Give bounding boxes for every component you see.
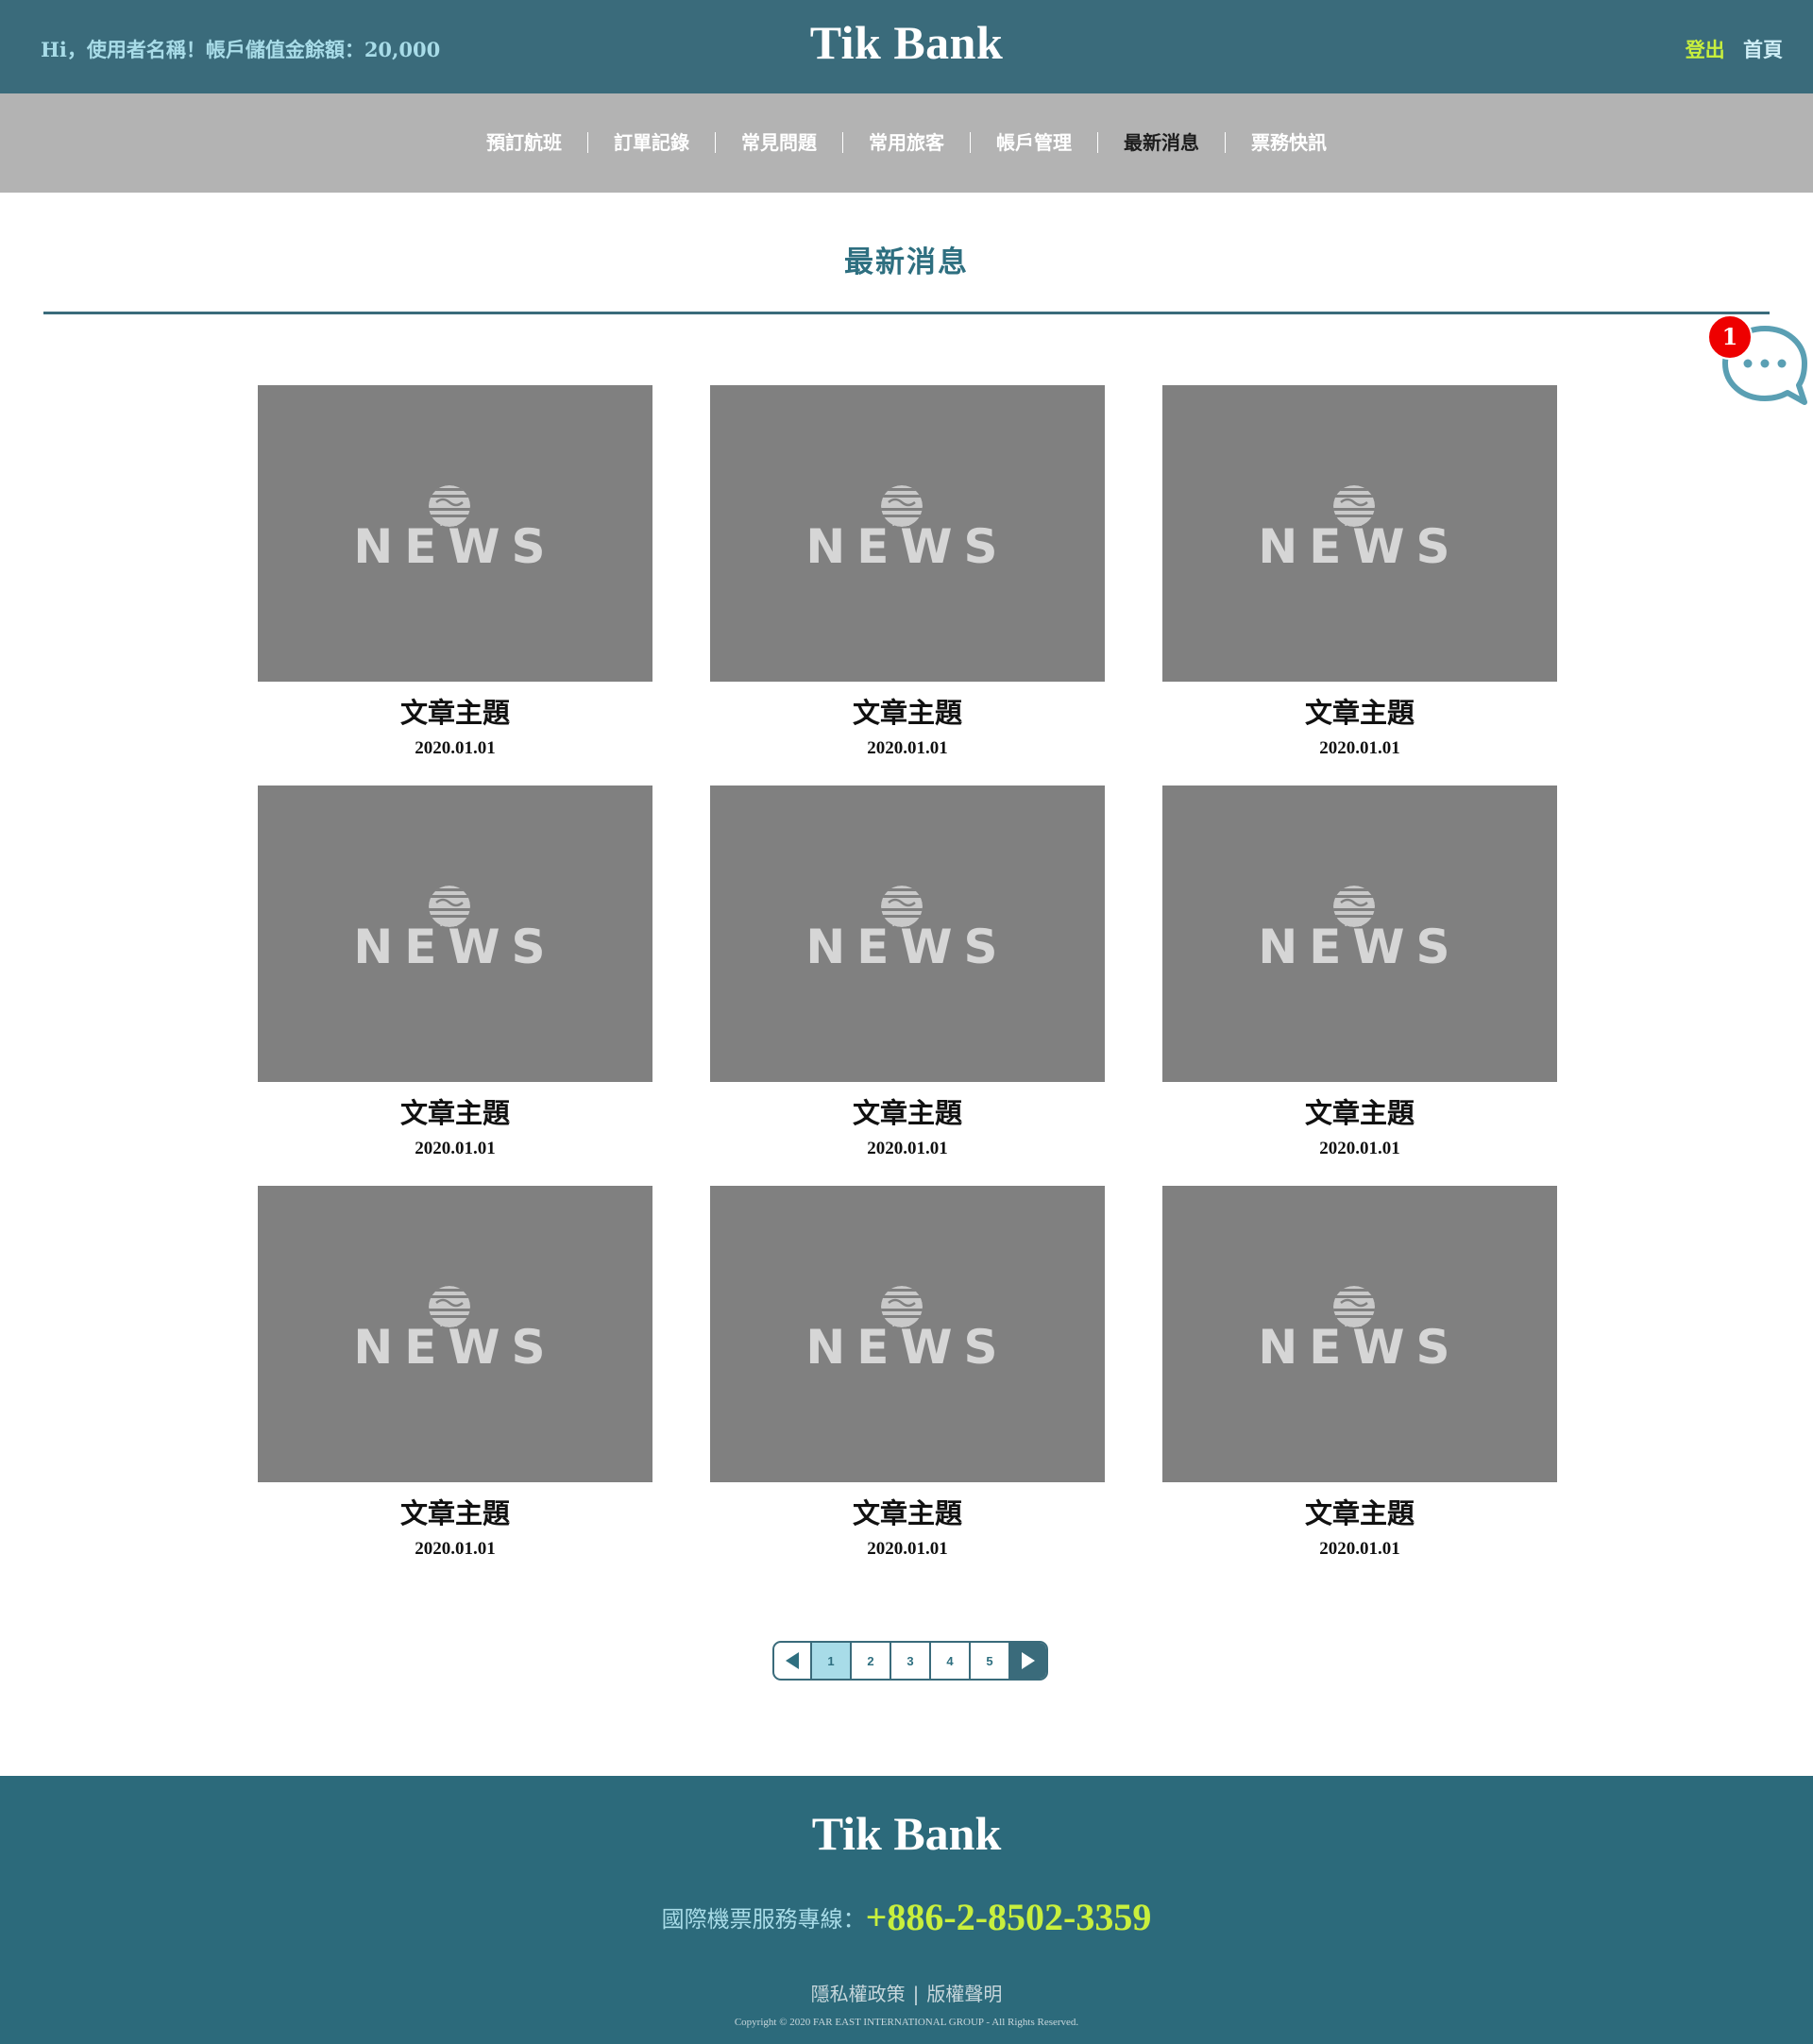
news-title[interactable]: 文章主題 [258,1492,652,1531]
svg-text:NEWS: NEWS [1258,1320,1461,1375]
pagination-page-4[interactable]: 4 [929,1643,969,1679]
news-thumbnail[interactable]: FET NEWS [710,1186,1105,1482]
news-date: 2020.01.01 [1319,1539,1400,1559]
copyright-statement-link[interactable]: 版權聲明 [926,1983,1002,2005]
nav-item-faq[interactable]: 常見問題 [715,132,842,153]
news-date: 2020.01.01 [415,1139,496,1158]
title-divider [43,312,1770,314]
svg-text:NEWS: NEWS [353,1320,556,1375]
svg-text:NEWS: NEWS [353,519,556,574]
nav-item-order-history[interactable]: 訂單記錄 [587,132,715,153]
news-logo-icon: FET NEWS [805,886,1008,974]
news-logo-icon: FET NEWS [805,485,1008,574]
page-title: 最新消息 [844,245,969,279]
news-thumbnail[interactable]: FET NEWS [258,786,652,1082]
svg-text:NEWS: NEWS [1258,519,1461,574]
news-logo-icon: FET NEWS [353,1286,556,1375]
home-link[interactable]: 首頁 [1743,35,1783,63]
privacy-policy-link[interactable]: 隱私權政策 [811,1983,906,2005]
nav-item-account-management[interactable]: 帳戶管理 [970,132,1097,153]
footer-brand-logo[interactable]: Tik Bank [0,1806,1813,1861]
footer-links: 隱私權政策 | 版權聲明 [0,1979,1813,2006]
chat-notification-badge[interactable]: 1 [1707,314,1753,360]
svg-text:NEWS: NEWS [1258,920,1461,974]
nav-list: 預訂航班 訂單記錄 常見問題 常用旅客 帳戶管理 最新消息 票務快訊 [0,132,1813,153]
news-logo-icon: FET NEWS [805,1286,1008,1375]
news-title[interactable]: 文章主題 [258,691,652,731]
triangle-left-icon [786,1652,799,1669]
news-card[interactable]: FET NEWS 文章主題 2020.01.01 [258,1186,652,1559]
news-date: 2020.01.01 [1319,1139,1400,1158]
news-date: 2020.01.01 [1319,738,1400,758]
hotline: 國際機票服務專線：+886-2-8502-3359 [0,1895,1813,1939]
pagination-page-5[interactable]: 5 [969,1643,1008,1679]
news-logo-icon: FET NEWS [353,886,556,974]
news-thumbnail[interactable]: FET NEWS [258,1186,652,1482]
news-thumbnail[interactable]: FET NEWS [710,385,1105,682]
news-date: 2020.01.01 [867,738,948,758]
news-logo-icon: FET NEWS [1258,886,1461,974]
news-date: 2020.01.01 [415,1539,496,1559]
news-card[interactable]: FET NEWS 文章主題 2020.01.01 [710,385,1105,758]
header-links: 登出 首頁 [1674,35,1783,63]
logout-link[interactable]: 登出 [1686,35,1725,63]
news-thumbnail[interactable]: FET NEWS [258,385,652,682]
hotline-number[interactable]: +886-2-8502-3359 [866,1896,1152,1938]
news-card[interactable]: FET NEWS 文章主題 2020.01.01 [1162,385,1557,758]
pagination-page-2[interactable]: 2 [850,1643,890,1679]
news-date: 2020.01.01 [867,1539,948,1559]
top-header: Hi，使用者名稱！帳戶儲值金餘額：20,000 Tik Bank 登出 首頁 [0,0,1813,93]
pagination-page-3[interactable]: 3 [890,1643,929,1679]
pagination-prev-button[interactable] [774,1643,810,1679]
news-logo-icon: FET NEWS [1258,1286,1461,1375]
pagination-next-button[interactable] [1008,1643,1046,1679]
news-card[interactable]: FET NEWS 文章主題 2020.01.01 [1162,786,1557,1158]
news-card[interactable]: FET NEWS 文章主題 2020.01.01 [258,786,652,1158]
news-title[interactable]: 文章主題 [1162,691,1557,731]
news-logo-icon: FET NEWS [1258,485,1461,574]
news-card[interactable]: FET NEWS 文章主題 2020.01.01 [710,786,1105,1158]
news-title[interactable]: 文章主題 [710,1091,1105,1131]
svg-text:NEWS: NEWS [353,920,556,974]
news-thumbnail[interactable]: FET NEWS [1162,786,1557,1082]
triangle-right-icon [1022,1652,1035,1669]
news-date: 2020.01.01 [867,1139,948,1158]
hotline-label: 國際機票服務專線： [661,1906,866,1933]
pagination-page-1[interactable]: 1 [810,1643,850,1679]
news-thumbnail[interactable]: FET NEWS [1162,1186,1557,1482]
news-card[interactable]: FET NEWS 文章主題 2020.01.01 [1162,1186,1557,1559]
svg-text:NEWS: NEWS [805,1320,1008,1375]
news-title[interactable]: 文章主題 [710,691,1105,731]
svg-text:NEWS: NEWS [805,920,1008,974]
footer-separator: | [912,1983,920,2005]
news-card[interactable]: FET NEWS 文章主題 2020.01.01 [258,385,652,758]
news-title[interactable]: 文章主題 [1162,1091,1557,1131]
nav-item-latest-news[interactable]: 最新消息 [1097,132,1225,153]
news-title[interactable]: 文章主題 [710,1492,1105,1531]
main-nav: 預訂航班 訂單記錄 常見問題 常用旅客 帳戶管理 最新消息 票務快訊 [0,93,1813,193]
svg-text:NEWS: NEWS [805,519,1008,574]
page-footer: Tik Bank 國際機票服務專線：+886-2-8502-3359 隱私權政策… [0,1776,1813,2044]
news-date: 2020.01.01 [415,738,496,758]
pagination: 12345 [772,1641,1048,1681]
news-thumbnail[interactable]: FET NEWS [710,786,1105,1082]
news-card[interactable]: FET NEWS 文章主題 2020.01.01 [710,1186,1105,1559]
copyright-text: Copyright © 2020 FAR EAST INTERNATIONAL … [734,2017,1079,2028]
nav-item-frequent-travelers[interactable]: 常用旅客 [842,132,970,153]
news-thumbnail[interactable]: FET NEWS [1162,385,1557,682]
news-title[interactable]: 文章主題 [1162,1492,1557,1531]
news-logo-icon: FET NEWS [353,485,556,574]
nav-item-ticket-news[interactable]: 票務快訊 [1225,132,1352,153]
news-title[interactable]: 文章主題 [258,1091,652,1131]
nav-item-book-flight[interactable]: 預訂航班 [461,132,587,153]
brand-logo[interactable]: Tik Bank [0,15,1813,70]
